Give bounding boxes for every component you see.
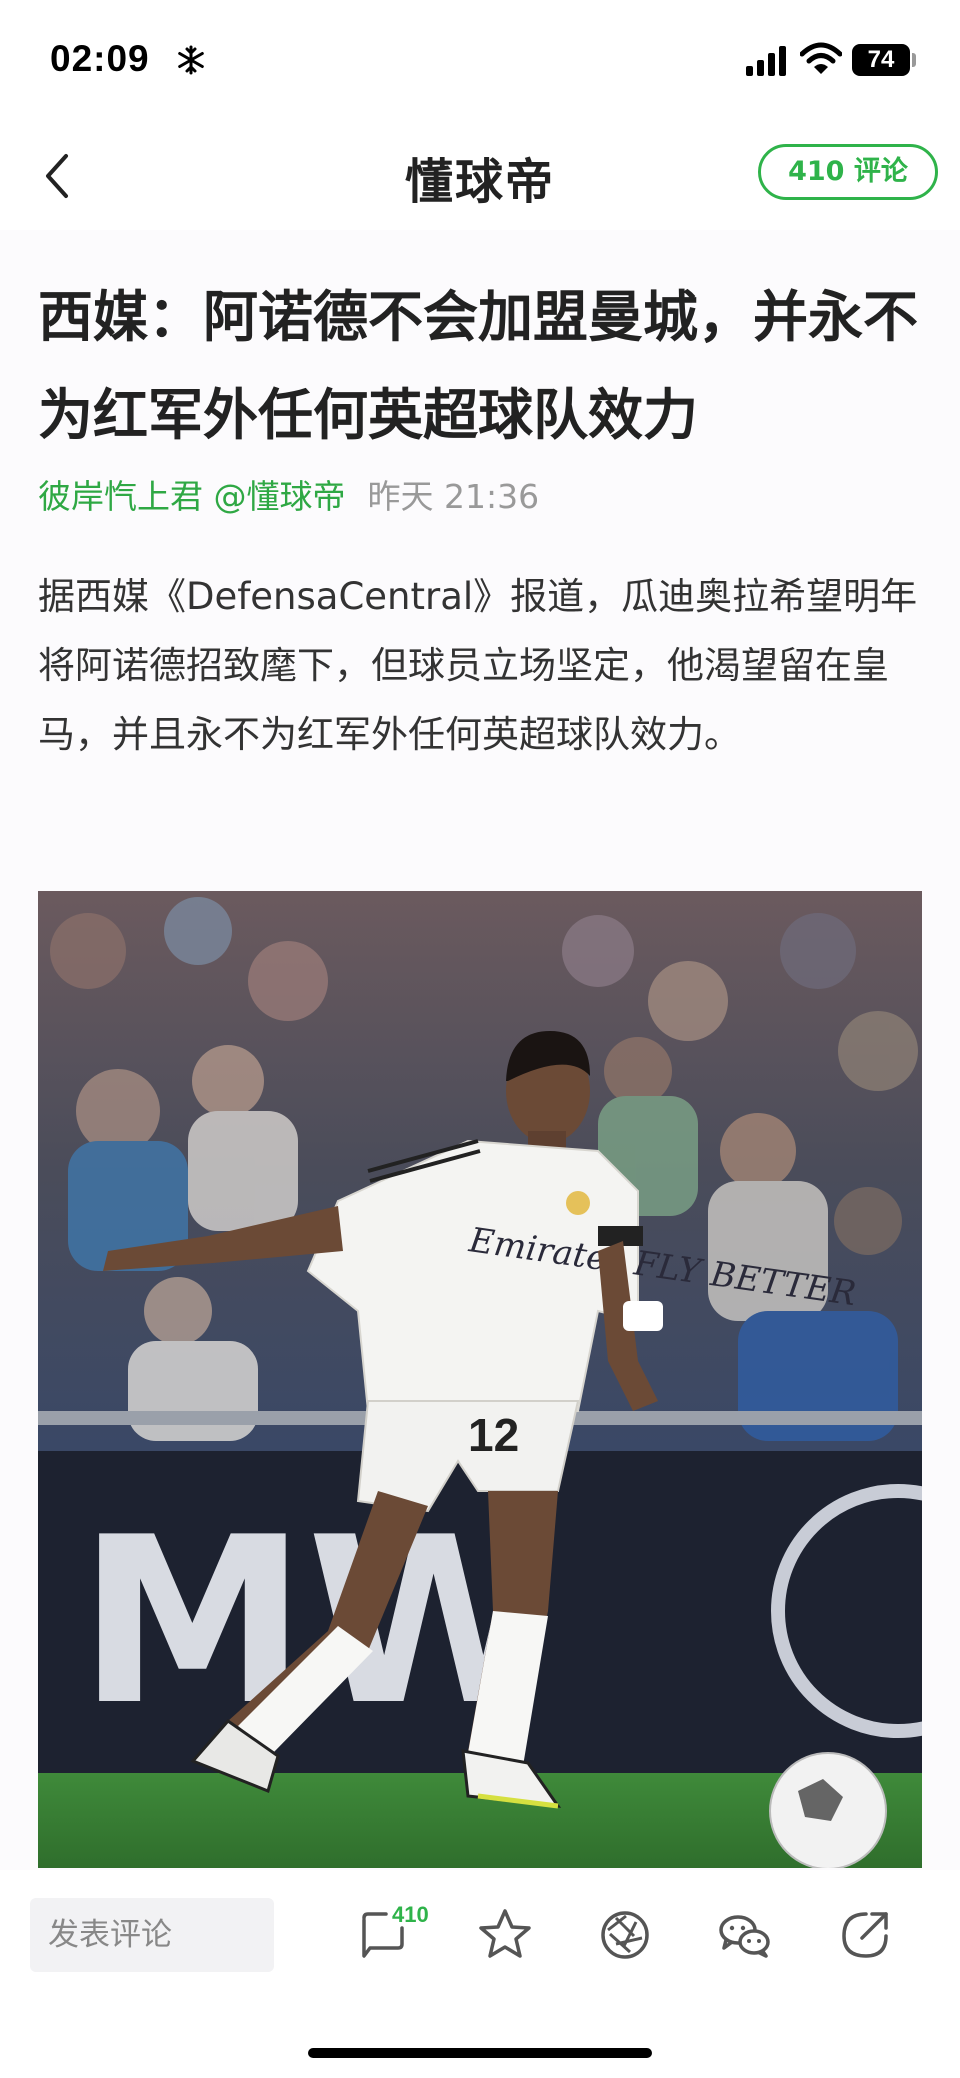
wifi-icon xyxy=(800,42,842,74)
signal-icon xyxy=(746,46,786,76)
comment-count-button[interactable]: 410 评论 xyxy=(758,144,938,200)
battery-cap xyxy=(912,53,916,67)
share-icon[interactable] xyxy=(836,1906,894,1964)
nav-bar: 懂球帝 410 评论 xyxy=(0,120,960,230)
bottom-action-bar: 发表评论 410 xyxy=(0,1870,960,2078)
moments-icon[interactable] xyxy=(596,1906,654,1964)
article-byline: 彼岸忾上君 @懂球帝 昨天 21:36 xyxy=(38,470,539,518)
status-bar: 02:09 74 xyxy=(0,0,960,120)
publish-time: 昨天 21:36 xyxy=(367,477,540,516)
status-time: 02:09 xyxy=(50,38,150,79)
article-body: 据西媒《DefensaCentral》报道，瓜迪奥拉希望明年将阿诺德招致麾下，但… xyxy=(38,575,918,756)
snowflake-icon xyxy=(178,45,204,75)
comment-count-badge: 410 xyxy=(392,1902,429,1927)
author-link[interactable]: 彼岸忾上君 @懂球帝 xyxy=(38,477,346,516)
star-icon[interactable] xyxy=(476,1906,534,1964)
article-photo[interactable]: MW Emirates FLY BETTER 12 xyxy=(38,891,922,1868)
wechat-icon[interactable] xyxy=(716,1906,774,1964)
jersey-number: 12 xyxy=(468,1409,519,1461)
comment-input[interactable]: 发表评论 xyxy=(30,1898,274,1972)
football-player-illustration: MW Emirates FLY BETTER 12 xyxy=(38,891,922,1868)
article-headline: 西媒：阿诺德不会加盟曼城，并永不为红军外任何英超球队效力 xyxy=(38,285,919,447)
home-indicator xyxy=(308,2048,652,2058)
battery-icon: 74 xyxy=(852,44,910,76)
